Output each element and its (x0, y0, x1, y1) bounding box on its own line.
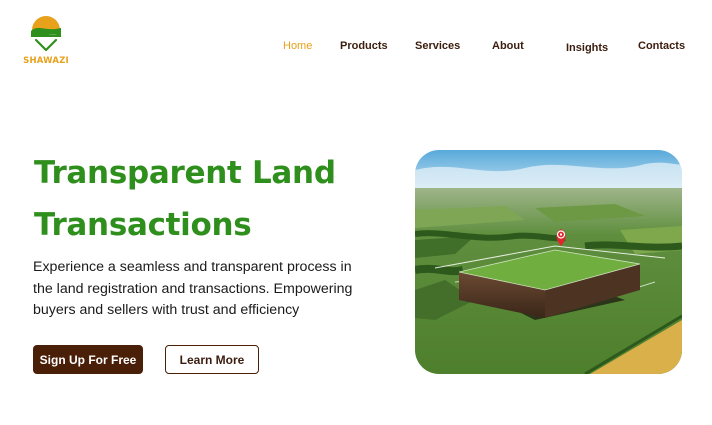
hero-description-line3: buyers and sellers with trust and effici… (33, 302, 300, 318)
nav-contacts[interactable]: Contacts (638, 40, 685, 52)
main-nav: Home Products Services About Insights Co… (0, 40, 712, 56)
nav-services[interactable]: Services (415, 40, 460, 52)
nav-insights[interactable]: Insights (566, 42, 608, 54)
landing-page: SHAWAZI Home Products Services About Ins… (0, 0, 712, 425)
nav-home[interactable]: Home (283, 40, 312, 52)
hero-image (415, 150, 682, 374)
hero-title-line1: Transparent Land (34, 155, 336, 191)
hero-description-line1: Experience a seamless and transparent pr… (33, 259, 352, 275)
hero-title: Transparent Land Transactions (34, 147, 374, 251)
hero-description: Experience a seamless and transparent pr… (33, 257, 373, 322)
hero-title-line2: Transactions (34, 207, 252, 243)
nav-products[interactable]: Products (340, 40, 388, 52)
hero-description-line2: the land registration and transactions. … (33, 280, 353, 297)
land-parcel-map-pin-image (415, 150, 682, 374)
sign-up-button[interactable]: Sign Up For Free (33, 345, 143, 374)
brand-name: SHAWAZI (23, 56, 69, 66)
nav-about[interactable]: About (492, 40, 524, 52)
learn-more-button[interactable]: Learn More (165, 345, 259, 374)
